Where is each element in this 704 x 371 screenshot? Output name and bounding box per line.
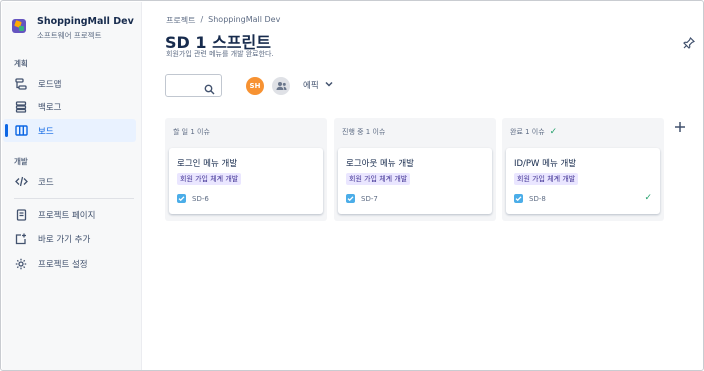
sidebar-item-roadmap[interactable]: 로드맵 (3, 72, 136, 95)
breadcrumb: 프로젝트 / ShoppingMall Dev (166, 15, 280, 26)
add-column-button[interactable] (670, 117, 690, 137)
sidebar: ShoppingMall Dev 소프트웨어 프로젝트 계획 로드맵 백로그 보… (2, 2, 142, 370)
issue-card[interactable]: ID/PW 메뉴 개발 회원 가입 체계 개발 SD-8 ✓ (506, 148, 660, 214)
gear-icon (14, 257, 28, 271)
column-title: 진행 중 1 이슈 (342, 128, 386, 136)
issue-card[interactable]: 로그아웃 메뉴 개발 회원 가입 체계 개발 SD-7 (338, 148, 492, 214)
chevron-down-icon (325, 80, 333, 90)
add-people-icon[interactable] (272, 77, 290, 95)
issue-key[interactable]: SD-7 (361, 195, 378, 203)
sidebar-divider (14, 198, 134, 199)
sidebar-item-label: 프로젝트 설정 (38, 259, 88, 270)
column-header: 할 일 1 이슈 (173, 127, 210, 137)
issue-title: 로그인 메뉴 개발 (177, 159, 238, 169)
sidebar-item-code[interactable]: 코드 (3, 170, 136, 193)
sprint-goal: 회원가입 관련 메뉴를 개발 완료한다. (166, 50, 274, 58)
backlog-icon (14, 100, 28, 114)
main-content: 프로젝트 / ShoppingMall Dev SD 1 스프린트 회원가입 관… (143, 2, 702, 369)
column-header: 진행 중 1 이슈 (342, 127, 385, 137)
page-icon (14, 208, 28, 222)
sidebar-item-add-shortcut[interactable]: 바로 가기 추가 (3, 227, 136, 250)
issue-footer: SD-7 (346, 194, 378, 203)
epic-filter-dropdown[interactable]: 에픽 (303, 79, 333, 91)
task-icon (346, 194, 355, 203)
section-planning: 계획 (14, 59, 28, 68)
sidebar-item-label: 바로 가기 추가 (38, 234, 91, 245)
avatar[interactable]: SH (246, 77, 264, 95)
breadcrumb-separator: / (200, 15, 204, 24)
sidebar-item-board[interactable]: 보드 (3, 119, 136, 142)
epic-tag[interactable]: 회원 가입 체계 개발 (177, 173, 242, 185)
board-icon (14, 124, 28, 138)
issue-footer: SD-8 (514, 194, 546, 203)
sidebar-item-label: 코드 (38, 177, 54, 188)
issue-key[interactable]: SD-6 (192, 195, 209, 203)
sidebar-item-project-page[interactable]: 프로젝트 페이지 (3, 203, 136, 226)
project-avatar-icon (12, 19, 26, 33)
project-type: 소프트웨어 프로젝트 (37, 31, 102, 40)
issue-footer: SD-6 (177, 194, 209, 203)
search-input[interactable] (165, 74, 222, 97)
section-development: 개발 (14, 157, 28, 166)
epic-tag[interactable]: 회원 가입 체계 개발 (346, 173, 411, 185)
issue-title: ID/PW 메뉴 개발 (514, 159, 577, 169)
pin-icon[interactable] (683, 34, 696, 49)
column-title: 할 일 1 이슈 (173, 128, 210, 136)
issue-key[interactable]: SD-8 (529, 195, 546, 203)
epic-tag[interactable]: 회원 가입 체계 개발 (514, 173, 579, 185)
board-column-todo: 할 일 1 이슈 로그인 메뉴 개발 회원 가입 체계 개발 SD-6 (165, 118, 327, 221)
sidebar-item-backlog[interactable]: 백로그 (3, 95, 136, 118)
board-column-done: 완료 1 이슈 ✓ ID/PW 메뉴 개발 회원 가입 체계 개발 SD-8 ✓ (502, 118, 664, 221)
check-icon: ✓ (549, 127, 558, 137)
code-icon (14, 175, 28, 189)
project-header[interactable]: ShoppingMall Dev 소프트웨어 프로젝트 (12, 16, 134, 41)
plus-icon (674, 118, 686, 137)
sidebar-item-label: 프로젝트 페이지 (38, 210, 96, 221)
issue-title: 로그아웃 메뉴 개발 (346, 159, 414, 169)
board-column-in-progress: 진행 중 1 이슈 로그아웃 메뉴 개발 회원 가입 체계 개발 SD-7 (334, 118, 496, 221)
breadcrumb-projects[interactable]: 프로젝트 (166, 15, 195, 26)
roadmap-icon (14, 77, 28, 91)
column-header: 완료 1 이슈 ✓ (510, 127, 557, 137)
epic-filter-label: 에픽 (303, 81, 319, 91)
task-icon (177, 194, 186, 203)
column-title: 완료 1 이슈 (510, 128, 545, 136)
task-icon (514, 194, 523, 203)
add-shortcut-icon (14, 232, 28, 246)
breadcrumb-project[interactable]: ShoppingMall Dev (208, 15, 280, 26)
sidebar-item-label: 백로그 (38, 102, 62, 113)
sidebar-item-label: 보드 (38, 126, 54, 137)
issue-card[interactable]: 로그인 메뉴 개발 회원 가입 체계 개발 SD-6 (169, 148, 323, 214)
sidebar-item-project-settings[interactable]: 프로젝트 설정 (3, 252, 136, 275)
active-indicator (5, 124, 8, 137)
sidebar-item-label: 로드맵 (38, 79, 62, 90)
project-name: ShoppingMall Dev (37, 16, 134, 27)
search-icon (204, 80, 215, 95)
app-window: ShoppingMall Dev 소프트웨어 프로젝트 계획 로드맵 백로그 보… (0, 0, 704, 371)
done-check-icon: ✓ (644, 193, 652, 203)
